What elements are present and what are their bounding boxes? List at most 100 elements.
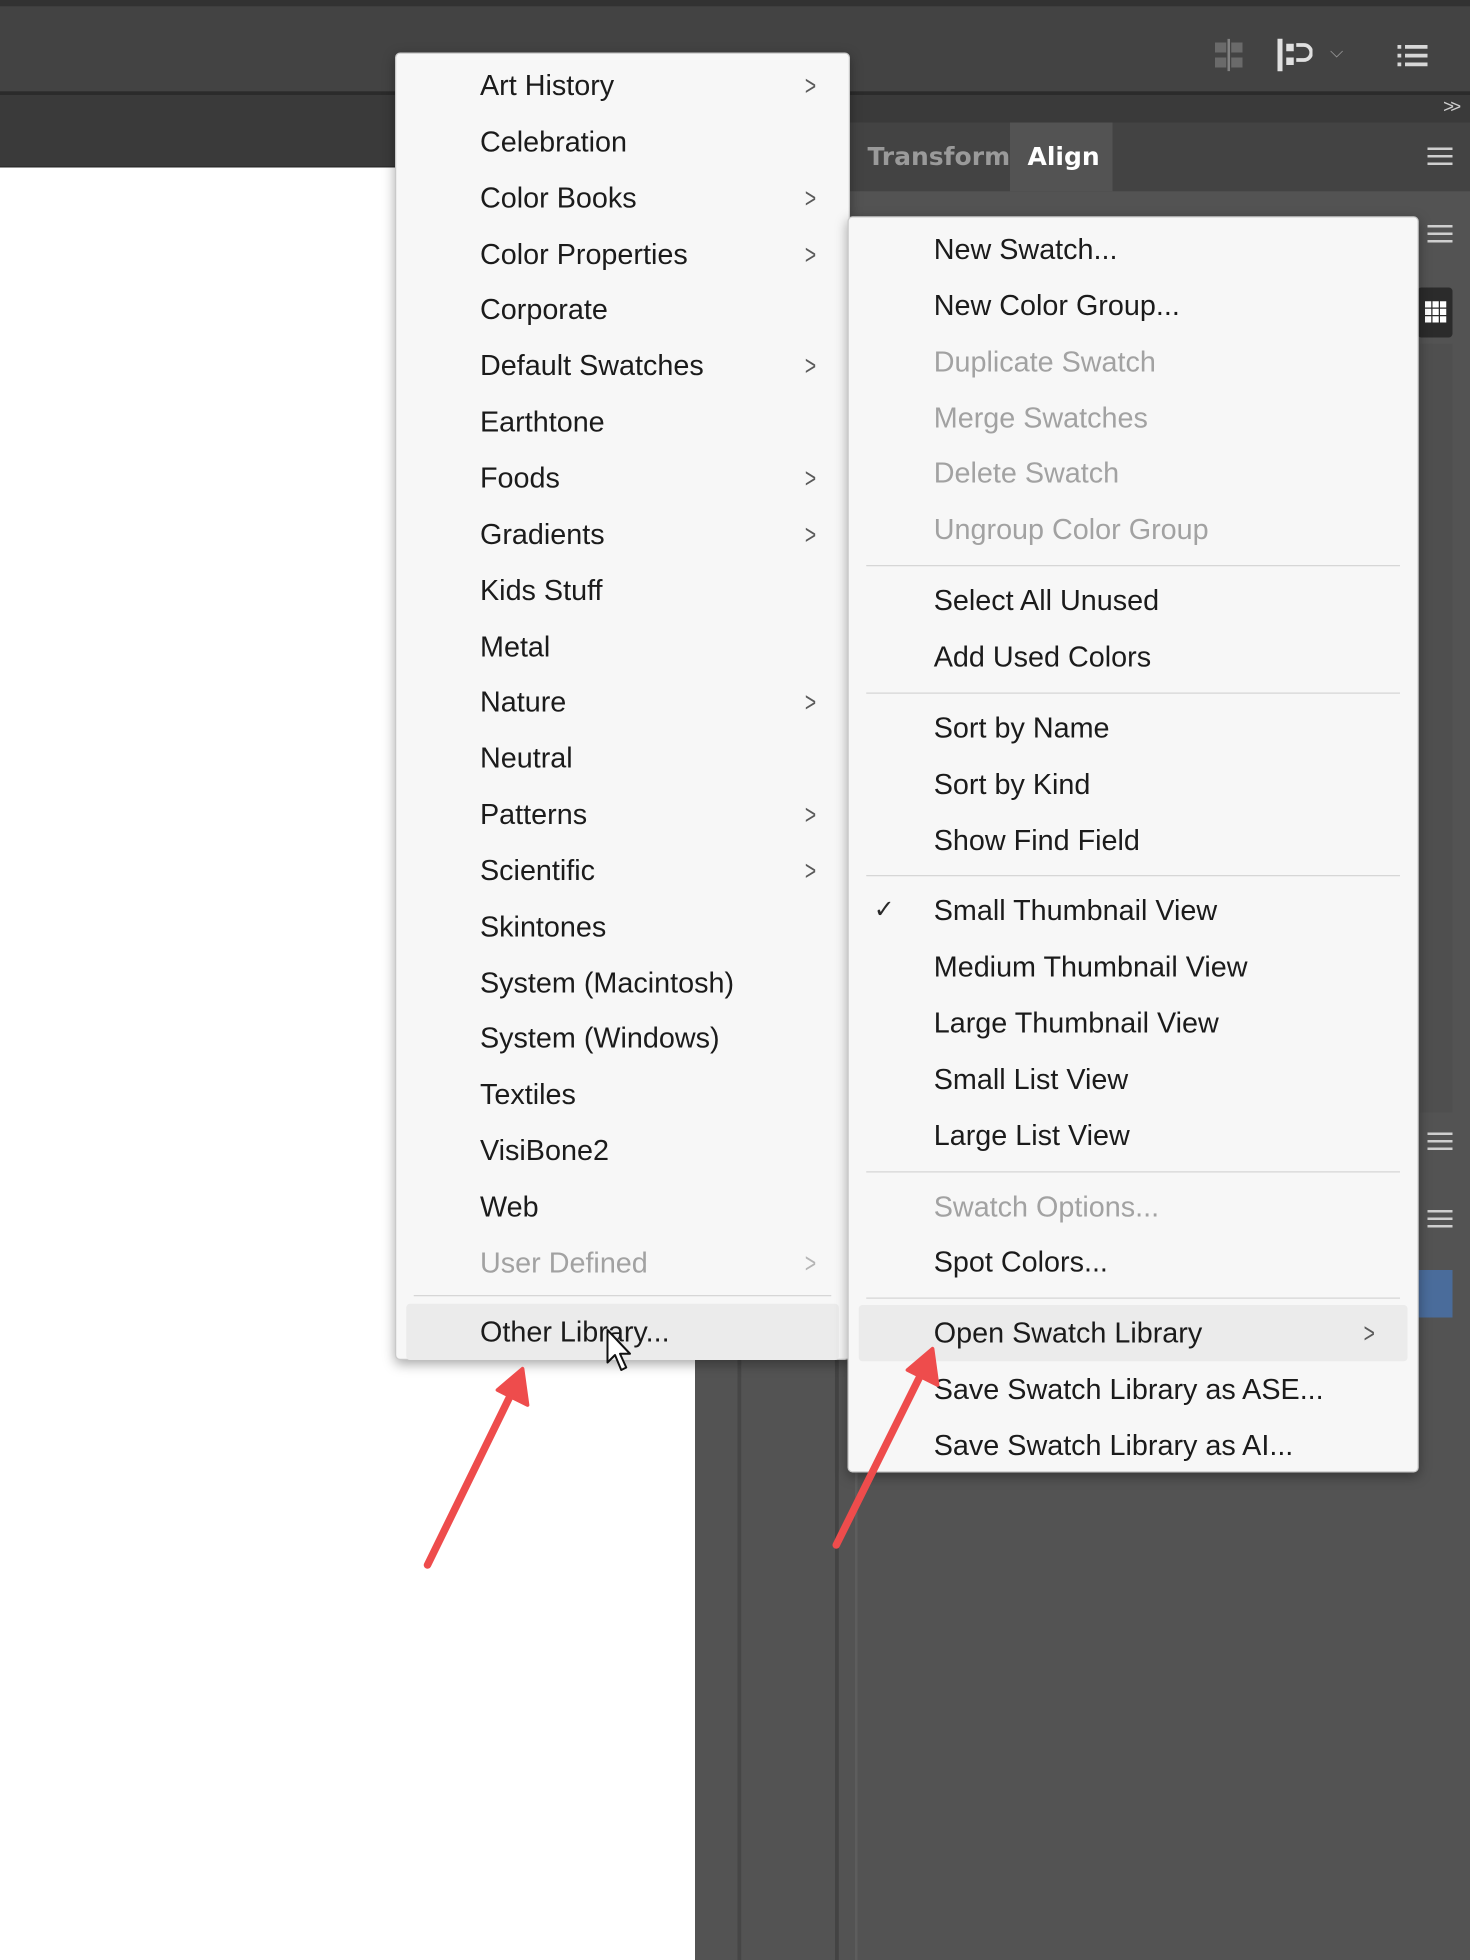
library-item[interactable]: Metal <box>396 618 849 674</box>
library-item[interactable]: Earthtone <box>396 394 849 450</box>
library-item[interactable]: System (Windows) <box>396 1011 849 1067</box>
panel-menu-item[interactable]: Add Used Colors <box>849 629 1418 685</box>
library-item[interactable]: Corporate <box>396 282 849 338</box>
menu-item-label: Duplicate Swatch <box>933 344 1156 378</box>
chevron-right-icon: > <box>805 798 817 831</box>
menu-item-label: Large List View <box>933 1118 1130 1151</box>
tab-label: Align <box>1027 141 1100 172</box>
menu-item-label: Art History <box>480 68 615 102</box>
checkmark-icon: ✓ <box>873 896 895 925</box>
library-item[interactable]: Default Swatches > <box>396 338 849 394</box>
panel-menu-item: Duplicate Swatch <box>849 333 1418 389</box>
panel-menu-item[interactable]: Small List View <box>849 1051 1418 1107</box>
panel-menu-item[interactable]: Large Thumbnail View <box>849 995 1418 1051</box>
library-item[interactable]: Textiles <box>396 1067 849 1123</box>
menu-item-label: User Defined <box>480 1246 648 1279</box>
tab-transform[interactable]: Transform <box>850 123 1011 192</box>
menu-item-label: Delete Swatch <box>933 456 1120 490</box>
menu-separator <box>866 565 1400 567</box>
library-item[interactable]: System (Macintosh) <box>396 954 849 1010</box>
menu-item-label: Corporate <box>480 292 608 326</box>
panel-menu-item[interactable]: Save Swatch Library as AI... <box>849 1418 1418 1474</box>
panel-menu-item[interactable]: Sort by Kind <box>849 756 1418 812</box>
swatches-panel-edge <box>1420 343 1453 1113</box>
menu-item-label: Save Swatch Library as ASE... <box>933 1372 1324 1406</box>
panel-collapse-strip[interactable]: >> <box>850 95 1470 123</box>
menu-item-label: Kids Stuff <box>480 573 603 606</box>
menu-item-label: VisiBone2 <box>480 1133 609 1167</box>
menu-item-label: Foods <box>480 461 560 494</box>
panel-menu-item: Swatch Options... <box>849 1178 1418 1234</box>
chevron-right-icon: > <box>805 686 817 718</box>
library-item[interactable]: Patterns > <box>396 786 849 842</box>
chevron-right-icon: > <box>805 238 817 270</box>
panel-menu-item[interactable]: Sort by Name <box>849 700 1418 756</box>
library-item[interactable]: Art History > <box>396 58 849 114</box>
menu-item-label: Other Library... <box>480 1315 670 1348</box>
library-item[interactable]: Celebration <box>396 114 849 170</box>
panel-menu-item[interactable]: Show Find Field <box>849 812 1418 868</box>
menu-item-label: Spot Colors... <box>933 1245 1108 1279</box>
panel-menu-item[interactable]: ✓ Small Thumbnail View <box>849 883 1418 939</box>
swatches-panel-menu-icon[interactable] <box>1427 225 1453 243</box>
library-item[interactable]: VisiBone2 <box>396 1123 849 1179</box>
panel-menu-item[interactable]: New Swatch... <box>849 221 1418 277</box>
menu-item-label: Color Books <box>480 180 637 214</box>
align-objects-icon[interactable] <box>1275 36 1313 74</box>
library-item[interactable]: Scientific > <box>396 842 849 898</box>
panel-menu-icon[interactable] <box>1427 147 1453 165</box>
library-item[interactable]: Color Books > <box>396 170 849 226</box>
panel-menu-item[interactable]: Medium Thumbnail View <box>849 939 1418 995</box>
chevron-down-icon[interactable]: ⌵ <box>1330 41 1343 62</box>
chevron-right-icon: > <box>805 350 817 382</box>
panel-menu-item[interactable]: Save Swatch Library as ASE... <box>849 1361 1418 1417</box>
library-item[interactable]: Neutral <box>396 730 849 786</box>
tab-align[interactable]: Align <box>1010 122 1113 192</box>
library-item[interactable]: Nature > <box>396 674 849 730</box>
menu-item-label: System (Macintosh) <box>480 965 735 999</box>
menu-separator <box>866 875 1400 877</box>
panel-menu-icon[interactable] <box>1427 1210 1453 1228</box>
menu-item-label: Open Swatch Library <box>933 1316 1203 1350</box>
menu-item-label: Default Swatches <box>480 349 704 382</box>
swatches-panel-flyout-menu: New Swatch... New Color Group... Duplicate… <box>847 216 1419 1474</box>
menu-item-label: Skintones <box>480 909 607 943</box>
chevron-right-icon: > <box>805 854 817 887</box>
panel-menu-item[interactable]: Open Swatch Library > <box>858 1305 1408 1362</box>
dock-divider <box>737 1350 742 1960</box>
collapse-panels-icon[interactable]: >> <box>1443 96 1461 117</box>
panel-menu-item[interactable]: Select All Unused <box>849 573 1418 629</box>
menu-item-label: Nature <box>480 685 567 718</box>
library-item[interactable]: Foods > <box>396 450 849 506</box>
menu-item-label: Large Thumbnail View <box>933 1006 1219 1039</box>
menu-item-label: Neutral <box>480 741 573 774</box>
menu-item-label: Patterns <box>480 797 588 831</box>
panel-menu-item: Delete Swatch <box>849 445 1418 501</box>
chevron-right-icon: > <box>805 462 817 494</box>
chevron-right-icon: > <box>805 70 817 102</box>
selected-swatch-row[interactable] <box>1417 1270 1453 1318</box>
menu-separator <box>866 1170 1400 1172</box>
menu-item-label: Gradients <box>480 517 605 550</box>
library-item[interactable]: Skintones <box>396 898 849 954</box>
library-item[interactable]: Gradients > <box>396 506 849 562</box>
menu-separator <box>866 692 1400 694</box>
menu-item-label: Scientific <box>480 853 596 887</box>
menu-item-label: Select All Unused <box>933 583 1160 617</box>
menu-item-label: Add Used Colors <box>933 639 1152 673</box>
library-item[interactable]: Color Properties > <box>396 226 849 282</box>
panel-menu-icon[interactable] <box>1427 1132 1453 1150</box>
menu-item-label: Show Find Field <box>933 823 1140 856</box>
menu-item-label: Sort by Kind <box>933 767 1091 800</box>
library-item[interactable]: Kids Stuff <box>396 562 849 618</box>
distribute-icon[interactable] <box>1213 38 1246 72</box>
panel-menu-item[interactable]: Large List View <box>849 1107 1418 1163</box>
panel-menu-item[interactable]: New Color Group... <box>849 277 1418 333</box>
grid-view-button[interactable] <box>1417 287 1453 338</box>
panel-menu-item: Merge Swatches <box>849 389 1418 445</box>
list-icon[interactable] <box>1397 44 1428 69</box>
library-item[interactable]: Web <box>396 1179 849 1235</box>
document-tab-bar <box>0 95 400 168</box>
chevron-right-icon: > <box>805 1247 817 1279</box>
panel-menu-item[interactable]: Spot Colors... <box>849 1234 1418 1290</box>
